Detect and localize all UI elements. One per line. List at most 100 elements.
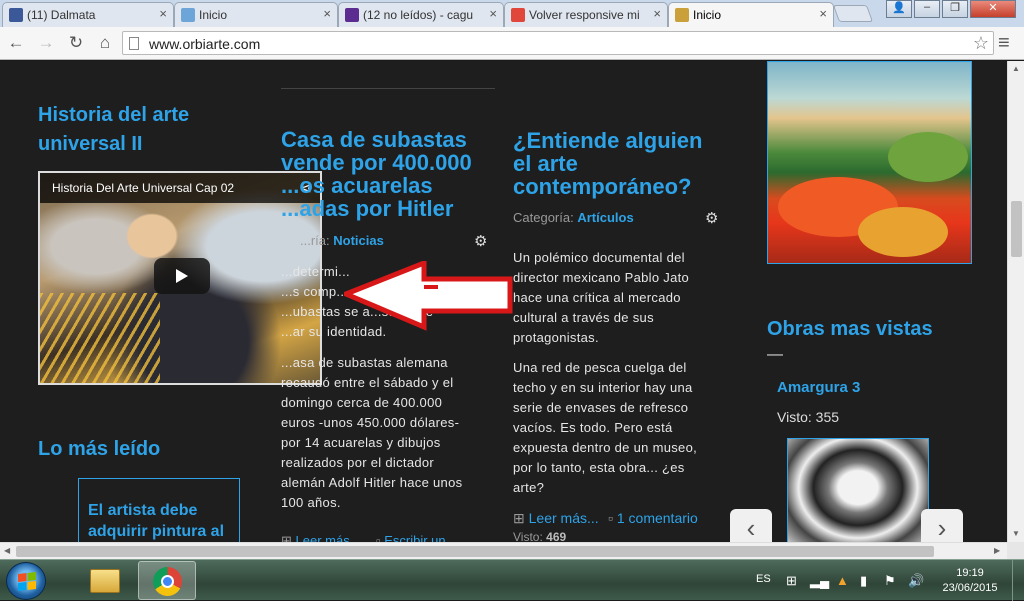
most-read-item[interactable]: El artista debe adquirir pintura al	[88, 500, 233, 542]
document-icon: ⊞	[281, 533, 292, 542]
language-indicator[interactable]: ES	[756, 573, 771, 585]
read-more-link[interactable]: Leer más...	[529, 510, 599, 526]
tab-dalmata[interactable]: (11) Dalmata ×	[2, 2, 174, 27]
post2-paragraph-1: Un polémico documental del director mexi…	[513, 248, 726, 348]
text-line: euros -unos 450.000 dólares-	[281, 415, 460, 430]
widget-title-historia: Historia del arte universal II	[38, 104, 190, 155]
start-button[interactable]	[6, 562, 46, 600]
category-link[interactable]: Artículos	[577, 210, 633, 225]
post1-title-line[interactable]: ...adas por Hitler	[281, 197, 453, 220]
url-text[interactable]: www.orbiarte.com	[149, 36, 260, 52]
close-icon[interactable]: ×	[653, 6, 661, 21]
artwork-title[interactable]: Amargura 3	[777, 379, 860, 396]
close-icon[interactable]: ×	[159, 6, 167, 21]
taskbar-chrome[interactable]	[138, 561, 196, 600]
post2-comments[interactable]: ▫ 1 comentario	[608, 510, 698, 526]
show-desktop-button[interactable]	[1012, 560, 1024, 601]
title-underline: —	[767, 346, 783, 363]
tab-responsive[interactable]: Volver responsive mi ×	[504, 2, 668, 27]
tab-mail[interactable]: (12 no leídos) - cagu ×	[338, 2, 504, 27]
close-icon[interactable]: ×	[489, 6, 497, 21]
post2-read-more[interactable]: ⊞ Leer más...	[513, 510, 599, 527]
comment-link[interactable]: Escribir un	[384, 533, 445, 542]
post1-paragraph-2: ...asa de subastas alemana recaudó entre…	[281, 353, 494, 513]
comments-link[interactable]: 1 comentario	[617, 510, 698, 526]
new-tab-button[interactable]	[832, 5, 874, 22]
post1-comment[interactable]: ▫ Escribir un	[376, 533, 446, 542]
back-button[interactable]: ←	[6, 33, 26, 53]
artwork-views: Visto: 355	[777, 409, 839, 425]
close-icon[interactable]: ×	[819, 6, 827, 21]
tab-inicio-1[interactable]: Inicio ×	[174, 2, 338, 27]
scroll-left-arrow-icon[interactable]: ◀	[4, 546, 10, 555]
windows-logo-icon	[18, 572, 36, 591]
vertical-scrollbar[interactable]: ▲ ▼	[1007, 61, 1024, 542]
scroll-thumb[interactable]	[1011, 201, 1022, 257]
video-player[interactable]: Historia Del Arte Universal Cap 02 ⋖	[38, 171, 322, 385]
text-line: por lo tanto, esta obra... ¿es	[513, 460, 685, 475]
featured-artwork-image[interactable]	[767, 61, 972, 264]
maximize-button[interactable]: ❐	[942, 0, 968, 18]
gear-icon[interactable]: ⚙	[474, 232, 487, 250]
slider-prev-button[interactable]: ‹	[730, 509, 772, 542]
tab-label: Inicio	[199, 8, 228, 22]
post1-title-line[interactable]: ...os acuarelas	[281, 174, 433, 197]
site-icon	[511, 8, 525, 22]
bookmark-star-icon[interactable]: ☆	[973, 33, 989, 54]
views-label: Visto:	[777, 409, 812, 425]
tab-inicio-active[interactable]: Inicio ×	[668, 2, 834, 27]
notification-icon[interactable]: ▲	[836, 573, 849, 588]
text-line: ...asa de subastas alemana	[281, 355, 448, 370]
browser-tab-strip: (11) Dalmata × Inicio × (12 no leídos) -…	[0, 0, 1024, 27]
minimize-button[interactable]: –	[914, 0, 940, 18]
views-count: 469	[546, 530, 567, 542]
horizontal-scrollbar[interactable]: ◀ ▶	[0, 542, 1007, 559]
post1-read-more[interactable]: ⊞ Leer más...	[281, 533, 361, 542]
windows-update-icon[interactable]: ⊞	[786, 573, 797, 589]
text-line: serie de envases de refresco	[513, 400, 689, 415]
scroll-right-arrow-icon[interactable]: ▶	[994, 546, 1000, 555]
forward-button[interactable]: →	[36, 33, 56, 53]
address-bar[interactable]: www.orbiarte.com ☆	[122, 31, 994, 55]
action-center-flag-icon[interactable]: ⚑	[884, 573, 896, 589]
scroll-down-arrow-icon[interactable]: ▼	[1012, 529, 1020, 538]
play-button[interactable]	[154, 258, 210, 294]
page-viewport: Historia del arte universal II Historia …	[0, 61, 1007, 542]
post1-title-line[interactable]: Casa de subastas	[281, 128, 467, 151]
views-count: 355	[815, 409, 840, 425]
user-icon[interactable]: 👤	[886, 0, 912, 18]
slider-next-button[interactable]: ›	[921, 509, 963, 542]
artwork-detail	[888, 132, 968, 182]
post2-title-line[interactable]: contemporáneo?	[513, 175, 691, 198]
battery-icon[interactable]: ▮	[860, 573, 867, 589]
post1-title-line[interactable]: vende por 400.000	[281, 151, 472, 174]
document-icon: ⊞	[513, 510, 525, 526]
browser-toolbar: ← → ↻ ⌂ www.orbiarte.com ☆ ≡	[0, 27, 1024, 60]
tab-label: (12 no leídos) - cagu	[363, 8, 474, 22]
post2-title-line[interactable]: el arte	[513, 152, 578, 175]
comment-icon: ▫	[608, 510, 613, 526]
gear-icon[interactable]: ⚙	[705, 209, 718, 227]
system-clock[interactable]: 19:19 23/06/2015	[938, 566, 1002, 596]
comment-icon: ▫	[376, 533, 381, 542]
scroll-thumb[interactable]	[16, 546, 934, 557]
window-close-button[interactable]: ✕	[970, 0, 1016, 18]
chrome-icon	[153, 567, 182, 596]
text-line: por 14 acuarelas y dibujos	[281, 435, 441, 450]
signal-icon[interactable]: ▂▄	[810, 573, 829, 589]
artwork-thumbnail[interactable]	[787, 438, 929, 542]
menu-icon[interactable]: ≡	[998, 32, 1010, 55]
post2-title-line[interactable]: ¿Entiende alguien	[513, 129, 702, 152]
home-button[interactable]: ⌂	[95, 33, 115, 53]
read-more-link[interactable]: Leer más...	[296, 533, 361, 542]
reload-button[interactable]: ↻	[66, 33, 86, 53]
volume-icon[interactable]: 🔊	[908, 573, 924, 589]
video-title[interactable]: Historia Del Arte Universal Cap 02	[52, 181, 234, 195]
text-line: director mexicano Pablo Jato	[513, 270, 690, 285]
text-line: techo y en su interior hay una	[513, 380, 693, 395]
scroll-up-arrow-icon[interactable]: ▲	[1012, 64, 1020, 73]
text-line: Un polémico documental del	[513, 250, 685, 265]
taskbar-explorer[interactable]	[76, 561, 134, 600]
category-link[interactable]: Noticias	[333, 233, 384, 248]
close-icon[interactable]: ×	[323, 6, 331, 21]
